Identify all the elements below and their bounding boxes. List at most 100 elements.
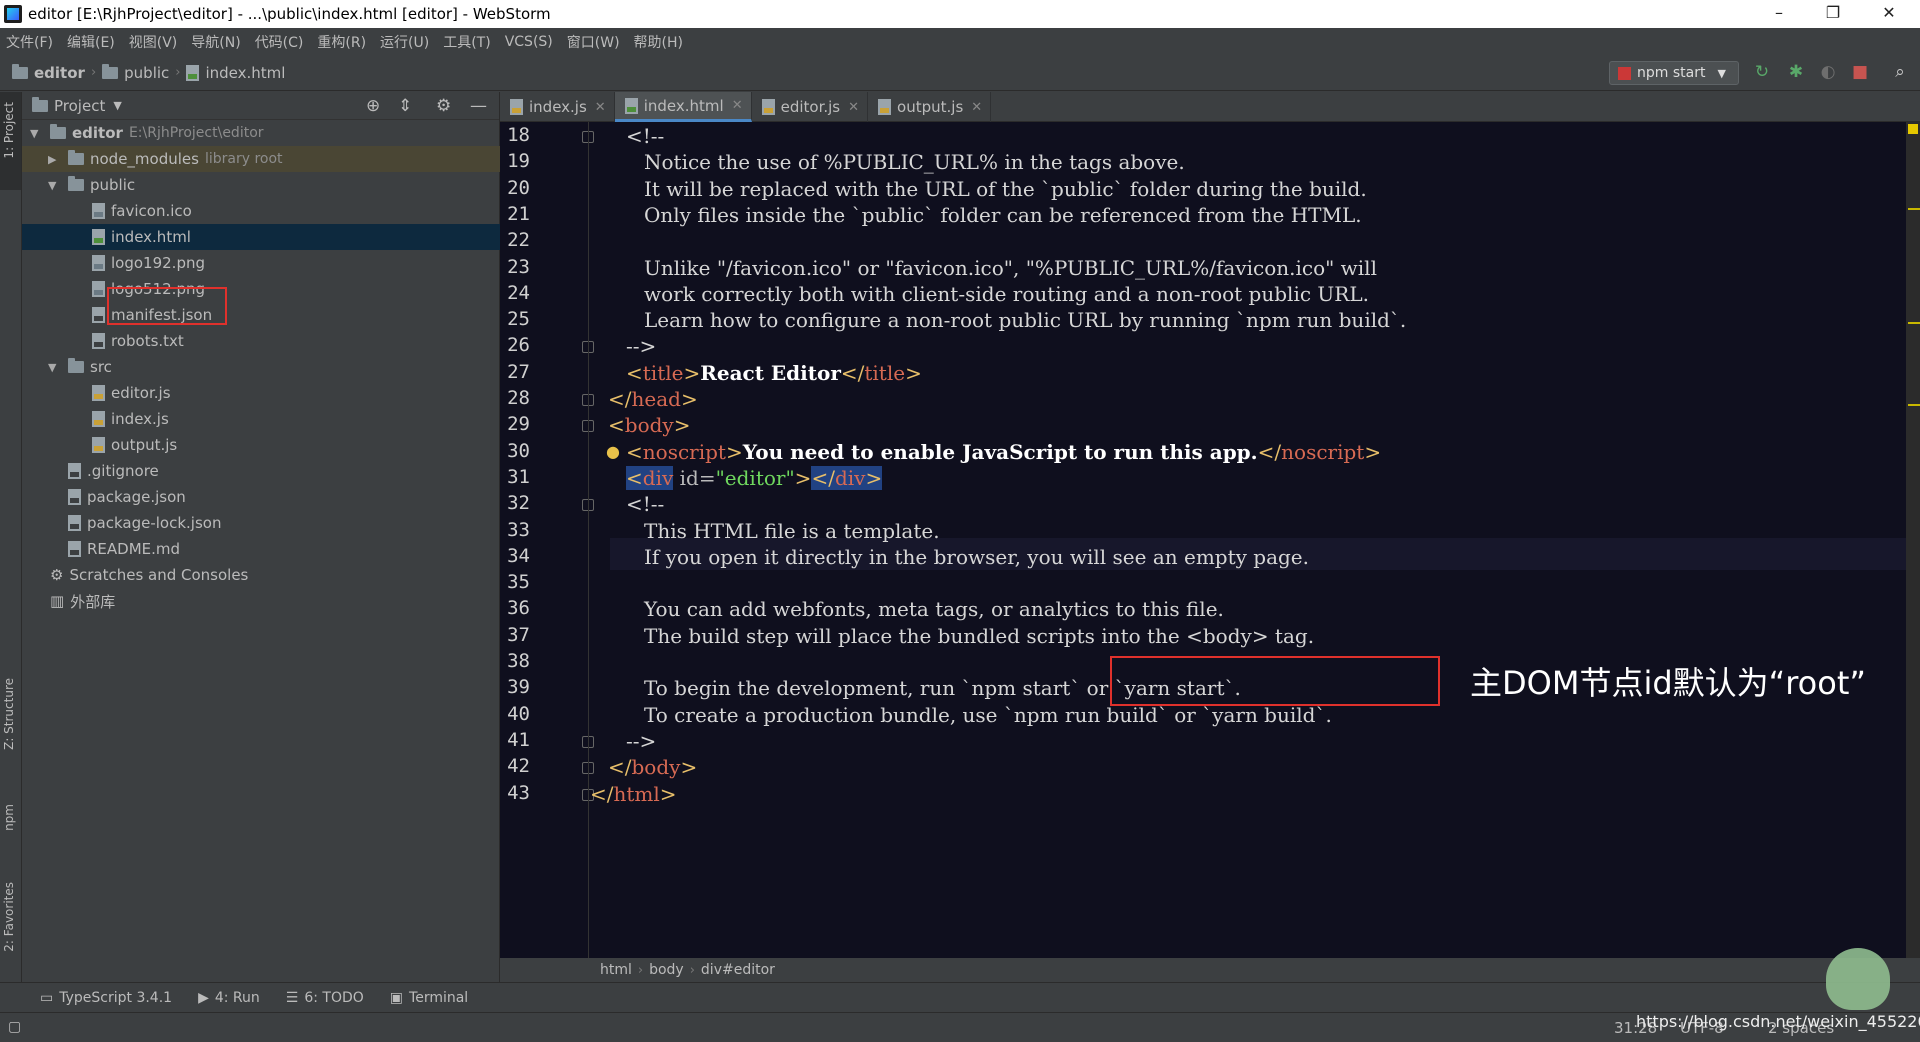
- stripe-mark: [1908, 208, 1920, 210]
- tree-item[interactable]: index.js: [22, 406, 500, 432]
- menu-help[interactable]: 帮助(H): [634, 32, 683, 52]
- locate-icon[interactable]: ⊕: [366, 96, 380, 116]
- search-icon[interactable]: ⌕: [1890, 62, 1910, 82]
- tree-item[interactable]: logo192.png: [22, 250, 500, 276]
- run-icon: ▶: [198, 989, 209, 1006]
- tree-item[interactable]: favicon.ico: [22, 198, 500, 224]
- tree-item-detail: library root: [204, 151, 283, 167]
- minimize-button[interactable]: –: [1752, 0, 1806, 28]
- code-line: <!--: [626, 124, 665, 148]
- typescript-tool-tab[interactable]: ▭ TypeScript 3.4.1: [40, 990, 172, 1006]
- chevron-right-icon: ›: [90, 65, 97, 80]
- folder-icon: [68, 176, 84, 191]
- chevron-right-icon[interactable]: ▶: [48, 153, 62, 166]
- file-icon: [92, 411, 105, 427]
- line-number: 18: [507, 124, 530, 146]
- debug-icon[interactable]: ✱: [1786, 62, 1806, 82]
- menu-file[interactable]: 文件(F): [6, 32, 53, 52]
- menu-edit[interactable]: 编辑(E): [67, 32, 115, 52]
- path-body[interactable]: body: [649, 962, 684, 978]
- close-button[interactable]: ✕: [1862, 0, 1916, 28]
- menu-run[interactable]: 运行(U): [380, 32, 429, 52]
- hide-icon[interactable]: —: [470, 96, 487, 116]
- tree-item[interactable]: ▼ public: [22, 172, 500, 198]
- tree-item[interactable]: index.html: [22, 224, 500, 250]
- line-number: 35: [507, 571, 530, 594]
- tree-item[interactable]: package.json: [22, 484, 500, 510]
- tab-editor-js[interactable]: editor.js ✕: [752, 92, 869, 122]
- tree-item-label: output.js: [111, 436, 178, 454]
- scratches-icon: ⚙: [50, 566, 64, 584]
- tree-item[interactable]: ▼ editor E:\RjhProject\editor: [22, 120, 500, 146]
- collapse-all-icon[interactable]: ⇕: [398, 96, 412, 116]
- tree-item[interactable]: package-lock.json: [22, 510, 500, 536]
- breadcrumb-folder[interactable]: public: [124, 64, 169, 82]
- menu-window[interactable]: 窗口(W): [567, 32, 620, 52]
- close-icon[interactable]: ✕: [848, 100, 859, 115]
- restore-button[interactable]: ❐: [1806, 0, 1860, 28]
- path-div[interactable]: div#editor: [701, 962, 775, 978]
- breadcrumb-project[interactable]: editor: [34, 64, 85, 82]
- coverage-icon[interactable]: ◐: [1818, 62, 1838, 82]
- favorites-tool-tab[interactable]: 2: Favorites: [2, 882, 20, 952]
- todo-tool-tab[interactable]: ☰ 6: TODO: [286, 990, 364, 1006]
- tree-item[interactable]: .gitignore: [22, 458, 500, 484]
- tree-item[interactable]: ▼ src: [22, 354, 500, 380]
- project-view-select[interactable]: Project: [54, 97, 105, 115]
- code-line: work correctly both with client-side rou…: [644, 281, 1369, 306]
- tree-item[interactable]: manifest.json: [22, 302, 500, 328]
- annotation-text: 主DOM节点id默认为“root”: [1470, 664, 1866, 702]
- tree-item[interactable]: ▥ 外部库: [22, 588, 500, 614]
- line-number: 22: [507, 229, 530, 252]
- menu-code[interactable]: 代码(C): [255, 32, 304, 52]
- close-icon[interactable]: ✕: [971, 100, 982, 115]
- terminal-tool-tab[interactable]: ▣ Terminal: [390, 990, 468, 1006]
- tree-item-label: favicon.ico: [111, 202, 192, 220]
- chevron-down-icon[interactable]: ▼: [48, 179, 62, 192]
- breadcrumb-file[interactable]: index.html: [205, 64, 285, 82]
- project-panel: Project ▼ ⊕ ⇕ ⚙ — ▼ editor E:\RjhProject\e…: [22, 92, 500, 982]
- file-icon: [92, 281, 105, 297]
- tree-item[interactable]: editor.js: [22, 380, 500, 406]
- tab-output-js[interactable]: output.js ✕: [868, 92, 992, 122]
- close-icon[interactable]: ✕: [595, 100, 606, 115]
- run-tool-tab[interactable]: ▶ 4: Run: [198, 990, 260, 1006]
- stop-icon[interactable]: ■: [1850, 62, 1870, 82]
- tree-item[interactable]: logo512.png: [22, 276, 500, 302]
- chevron-down-icon[interactable]: ▼: [113, 99, 121, 112]
- menu-navigate[interactable]: 导航(N): [191, 32, 240, 52]
- tool-label: 4: Run: [214, 989, 260, 1006]
- tree-item[interactable]: README.md: [22, 536, 500, 562]
- rerun-icon[interactable]: ↻: [1752, 62, 1772, 82]
- chevron-down-icon[interactable]: ▼: [30, 127, 44, 140]
- tree-item[interactable]: ⚙ Scratches and Consoles: [22, 562, 500, 588]
- gear-icon[interactable]: ⚙: [436, 96, 451, 116]
- npm-tool-tab[interactable]: npm: [2, 804, 20, 831]
- project-tool-tab[interactable]: 1: Project: [2, 102, 20, 159]
- path-html[interactable]: html: [600, 962, 632, 978]
- menu-refactor[interactable]: 重构(R): [317, 32, 366, 52]
- structure-tool-tab[interactable]: Z: Structure: [2, 678, 20, 750]
- tree-item[interactable]: ▶ node_modules library root: [22, 146, 500, 172]
- close-icon[interactable]: ✕: [732, 98, 743, 113]
- tab-label: output.js: [897, 98, 964, 116]
- menu-tools[interactable]: 工具(T): [443, 32, 490, 52]
- tab-index-js[interactable]: index.js ✕: [500, 92, 615, 122]
- tab-index-html[interactable]: index.html ✕: [614, 92, 752, 122]
- run-configuration-select[interactable]: npm start ▼: [1609, 61, 1739, 85]
- line-number: 28: [507, 387, 530, 409]
- chevron-down-icon[interactable]: ▼: [48, 361, 62, 374]
- layout-icon[interactable]: ▢: [8, 1019, 21, 1035]
- file-icon: [68, 541, 81, 557]
- tree-item[interactable]: output.js: [22, 432, 500, 458]
- tab-label: index.html: [643, 96, 724, 115]
- menu-view[interactable]: 视图(V): [129, 32, 178, 52]
- code-editor[interactable]: 18 19 20 21 22 23 24 25 26 27 28 29 30 31 32 33 34 35 36 37…: [500, 122, 1906, 958]
- project-panel-header: Project ▼ ⊕ ⇕ ⚙ —: [22, 92, 499, 120]
- menu-vcs[interactable]: VCS(S): [505, 34, 553, 50]
- line-number: 40: [507, 702, 530, 725]
- line-number: 30: [507, 439, 530, 462]
- tree-item[interactable]: robots.txt: [22, 328, 500, 354]
- file-icon: [92, 307, 105, 323]
- lightbulb-icon[interactable]: ●: [606, 442, 620, 461]
